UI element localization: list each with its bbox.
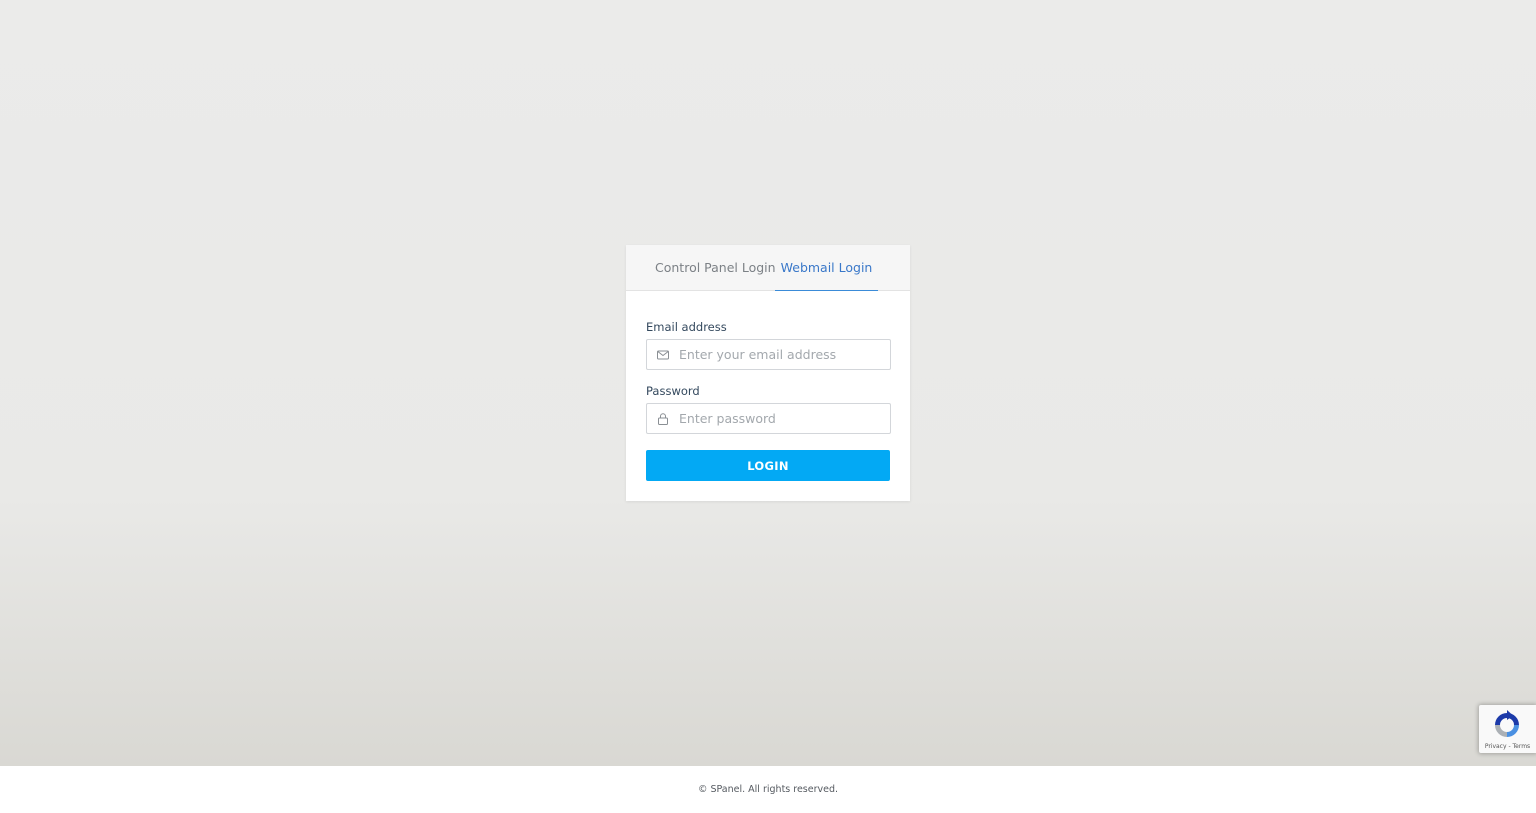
email-input[interactable]	[679, 340, 884, 369]
email-label: Email address	[646, 320, 727, 334]
recaptcha-icon	[1495, 710, 1519, 737]
recaptcha-badge[interactable]: Privacy - Terms	[1479, 705, 1536, 753]
tab-webmail-login[interactable]: Webmail Login	[775, 245, 878, 291]
email-field-wrapper[interactable]	[646, 339, 891, 370]
login-tabs: Control Panel Login Webmail Login	[626, 245, 910, 291]
recaptcha-terms[interactable]: Privacy - Terms	[1479, 743, 1536, 750]
copyright-text: © SPanel. All rights reserved.	[697, 784, 839, 795]
login-button[interactable]: LOGIN	[646, 450, 890, 481]
footer: © SPanel. All rights reserved.	[0, 766, 1536, 813]
password-label: Password	[646, 384, 700, 398]
background-area: Control Panel Login Webmail Login Email …	[0, 0, 1536, 766]
tab-control-panel-login[interactable]: Control Panel Login	[655, 245, 776, 290]
login-card: Control Panel Login Webmail Login Email …	[626, 245, 910, 501]
password-field-wrapper[interactable]	[646, 403, 891, 434]
login-page: Control Panel Login Webmail Login Email …	[0, 0, 1536, 813]
password-input[interactable]	[679, 404, 884, 433]
envelope-icon	[657, 350, 669, 360]
lock-icon	[658, 413, 668, 425]
